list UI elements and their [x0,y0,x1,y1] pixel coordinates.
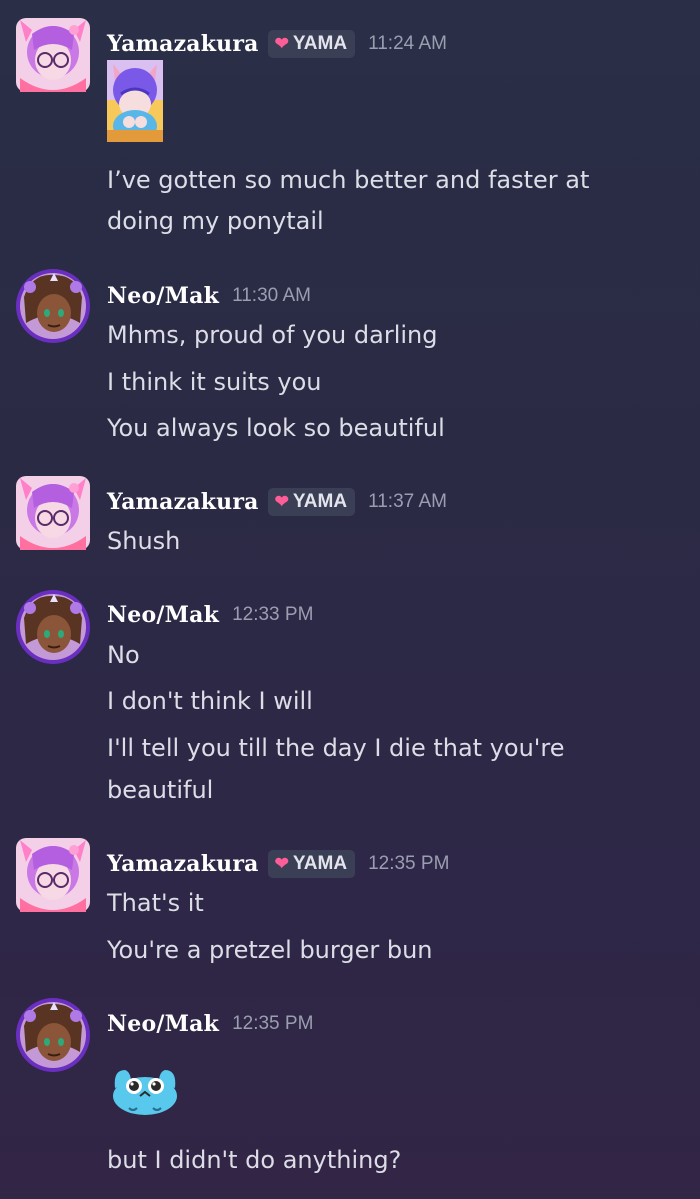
message-header: Neo/Mak 12:35 PM [107,1009,313,1039]
message-text: No [107,641,140,669]
message-text: but I didn't do anything? [107,1146,402,1174]
heart-icon: ❤ [274,34,289,53]
username[interactable]: Yamazakura [107,31,259,57]
message-text: I don't think I will [107,687,313,715]
neo-avatar[interactable] [14,996,92,1074]
chibi-sticker-icon [107,60,163,142]
brown-hair-girl-avatar-icon [16,269,90,343]
yamazakura-avatar[interactable] [14,16,92,94]
guild-tag[interactable]: ❤ YAMA [267,30,356,58]
timestamp[interactable]: 11:24 AM [368,33,447,55]
message-text: I’ve gotten so much better and faster at [107,166,590,194]
yamazakura-sticker[interactable] [107,60,163,146]
message-header: Neo/Mak 12:33 PM [107,600,313,630]
message-text: You're a pretzel burger bun [107,936,433,964]
crying-blob-emoji-icon [113,1070,177,1115]
blue-crying-emoji[interactable] [107,1062,183,1122]
timestamp[interactable]: 12:35 PM [368,853,449,875]
message-text: doing my ponytail [107,207,324,235]
message-text: You always look so beautiful [107,414,445,442]
yamazakura-avatar[interactable] [14,474,92,552]
message-text: I think it suits you [107,368,322,396]
heart-icon: ❤ [274,492,289,511]
brown-hair-girl-avatar-icon [16,998,90,1072]
guild-tag[interactable]: ❤ YAMA [267,488,356,516]
pink-hair-girl-avatar-icon [16,838,90,912]
yamazakura-avatar[interactable] [14,836,92,914]
username[interactable]: Neo/Mak [107,283,219,309]
username[interactable]: Yamazakura [107,851,259,877]
message-header: Neo/Mak 11:30 AM [107,281,311,311]
timestamp[interactable]: 11:37 AM [368,491,447,513]
neo-avatar[interactable] [14,588,92,666]
brown-hair-girl-avatar-icon [16,590,90,664]
message-text: Mhms, proud of you darling [107,321,438,349]
message-header: Yamazakura ❤ YAMA 11:24 AM [107,29,447,59]
username[interactable]: Neo/Mak [107,602,219,628]
neo-avatar[interactable] [14,267,92,345]
pink-hair-girl-avatar-icon [16,476,90,550]
guild-tag-label: YAMA [292,491,348,512]
guild-tag-label: YAMA [292,33,348,54]
timestamp[interactable]: 12:35 PM [232,1013,313,1035]
message-text: Shush [107,527,181,555]
timestamp[interactable]: 12:33 PM [232,604,313,626]
username[interactable]: Yamazakura [107,489,259,515]
message-text: beautiful [107,776,214,804]
username[interactable]: Neo/Mak [107,1011,219,1037]
message-text: I'll tell you till the day I die that yo… [107,734,565,762]
message-header: Yamazakura ❤ YAMA 12:35 PM [107,849,449,879]
pink-hair-girl-avatar-icon [16,18,90,92]
timestamp[interactable]: 11:30 AM [232,285,311,307]
heart-icon: ❤ [274,854,289,873]
message-text: That's it [107,889,204,917]
guild-tag-label: YAMA [292,853,348,874]
message-header: Yamazakura ❤ YAMA 11:37 AM [107,487,447,517]
guild-tag[interactable]: ❤ YAMA [267,850,356,878]
